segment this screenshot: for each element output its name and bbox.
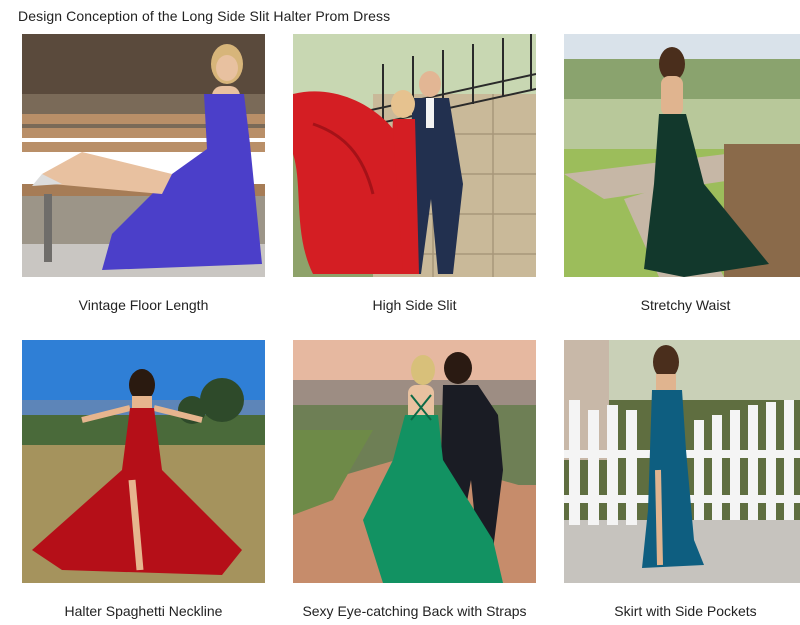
dress-illustration (564, 340, 800, 583)
feature-caption: Skirt with Side Pockets (614, 603, 757, 619)
dress-photo-red[interactable] (293, 34, 536, 277)
dress-photo-red-field[interactable] (22, 340, 265, 583)
feature-card-high-side-slit: High Side Slit (293, 34, 536, 313)
feature-caption: Stretchy Waist (640, 297, 731, 313)
feature-caption: Halter Spaghetti Neckline (64, 603, 223, 619)
dress-illustration (293, 340, 536, 583)
dress-photo-teal[interactable] (564, 340, 800, 583)
feature-caption: Sexy Eye-catching Back with Straps (302, 603, 527, 619)
dress-illustration (293, 34, 536, 277)
feature-card-halter-neckline: Halter Spaghetti Neckline (22, 340, 265, 619)
feature-card-stretchy-waist: Stretchy Waist (564, 34, 800, 313)
feature-card-side-pockets: Skirt with Side Pockets (564, 340, 800, 619)
dress-photo-blue[interactable] (22, 34, 265, 277)
feature-card-back-straps: Sexy Eye-catching Back with Straps (293, 340, 536, 619)
dress-illustration (22, 340, 265, 583)
feature-caption: Vintage Floor Length (78, 297, 209, 313)
dress-photo-dark-green[interactable] (564, 34, 800, 277)
dress-photo-emerald[interactable] (293, 340, 536, 583)
feature-caption: High Side Slit (372, 297, 457, 313)
page-title: Design Conception of the Long Side Slit … (18, 8, 391, 24)
dress-illustration (22, 34, 265, 277)
dress-illustration (564, 34, 800, 277)
feature-card-vintage-floor-length: Vintage Floor Length (22, 34, 265, 313)
